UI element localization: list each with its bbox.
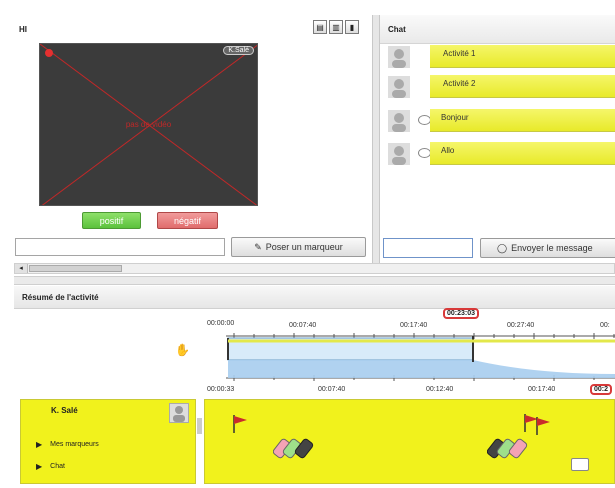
chat-message: Activité 2 xyxy=(382,73,615,101)
user-avatar-icon xyxy=(169,403,189,423)
video-panel-title: HI xyxy=(19,25,27,34)
chat-panel-header xyxy=(380,15,615,44)
chat-message-text: Activité 1 xyxy=(443,49,476,58)
user-avatar-icon xyxy=(388,110,410,132)
negative-button[interactable]: négatif xyxy=(157,212,218,229)
chat-message-text: Activité 2 xyxy=(443,79,476,88)
positive-button[interactable]: positif xyxy=(82,212,141,229)
user-avatar-icon xyxy=(388,46,410,68)
user-tag: K.Salé xyxy=(223,46,254,55)
timeline[interactable]: 00:00:00 00:07:40 00:17:40 00:27:40 00: xyxy=(204,308,615,398)
user-panel-item[interactable]: ▶ Chat xyxy=(36,462,65,471)
vertical-splitter[interactable] xyxy=(372,15,380,263)
expand-arrow-icon: ▶ xyxy=(36,440,43,449)
cursor-time-bottom: 00:2 xyxy=(590,384,613,395)
tag-markers-icon[interactable] xyxy=(487,434,537,466)
summary-panel-header xyxy=(14,286,615,309)
user-panel-item-label: Chat xyxy=(50,463,65,470)
chat-panel-title: Chat xyxy=(388,25,406,34)
ruler-label: 00:00:33 xyxy=(207,386,235,393)
horizontal-splitter[interactable] xyxy=(14,276,615,285)
horizontal-scrollbar[interactable]: ◂ xyxy=(14,263,615,274)
pencil-icon: ✎ xyxy=(254,241,262,252)
ruler-label: 00:07:40 xyxy=(318,386,346,393)
expand-arrow-icon: ▶ xyxy=(36,462,43,471)
user-name: K. Salé xyxy=(51,406,78,415)
user-panel-item-label: Mes marqueurs xyxy=(50,441,99,448)
scroll-left-button[interactable]: ◂ xyxy=(15,264,28,273)
send-speech-icon: ◯ xyxy=(497,242,508,253)
chat-message-bubble xyxy=(430,142,615,165)
microphone-icon[interactable]: ▮ xyxy=(345,20,359,34)
ruler-label: 00:12:40 xyxy=(426,386,454,393)
hand-tool-icon[interactable]: ✋ xyxy=(175,343,190,357)
marker-flag-icon[interactable] xyxy=(535,416,553,436)
marker-flag-icon[interactable] xyxy=(232,414,250,434)
ruler-ticks xyxy=(226,333,615,381)
user-avatar-icon xyxy=(388,76,410,98)
video-toolbar: ▤ ▥ ▮ xyxy=(313,20,359,34)
ruler-label: 00:17:40 xyxy=(528,386,556,393)
send-message-label: Envoyer le message xyxy=(511,243,593,253)
record-indicator-icon xyxy=(45,49,53,57)
copy-icon[interactable]: ▥ xyxy=(329,20,343,34)
chat-message-text: Bonjour xyxy=(441,113,469,122)
no-video-label: pas de vidéo xyxy=(125,120,172,129)
summary-panel-title: Résumé de l'activité xyxy=(22,293,99,302)
chat-message: Allo xyxy=(382,140,615,168)
scroll-thumb[interactable] xyxy=(29,265,122,272)
chat-message-text: Allo xyxy=(441,146,455,155)
user-avatar-icon xyxy=(388,143,410,165)
user-panel-item[interactable]: ▶ Mes marqueurs xyxy=(36,440,99,449)
chat-input[interactable] xyxy=(383,238,473,258)
user-panel: K. Salé ▶ Mes marqueurs ▶ Chat xyxy=(20,399,196,484)
add-marker-button[interactable]: ✎ Poser un marqueur xyxy=(231,237,366,257)
tag-markers-icon[interactable] xyxy=(273,434,323,466)
add-marker-label: Poser un marqueur xyxy=(265,242,343,252)
send-message-button[interactable]: ◯ Envoyer le message xyxy=(480,238,615,258)
chat-event-icon[interactable] xyxy=(571,458,589,471)
row-splitter-handle[interactable] xyxy=(197,418,202,434)
video-frame: K.Salé pas de vidéo xyxy=(39,43,258,206)
cursor-time-top: 00:23:03 xyxy=(443,308,480,319)
chat-message: Activité 1 xyxy=(382,43,615,71)
layout-icon[interactable]: ▤ xyxy=(313,20,327,34)
events-track xyxy=(204,399,615,484)
chat-message: Bonjour xyxy=(382,107,615,135)
marker-input[interactable] xyxy=(15,238,225,256)
